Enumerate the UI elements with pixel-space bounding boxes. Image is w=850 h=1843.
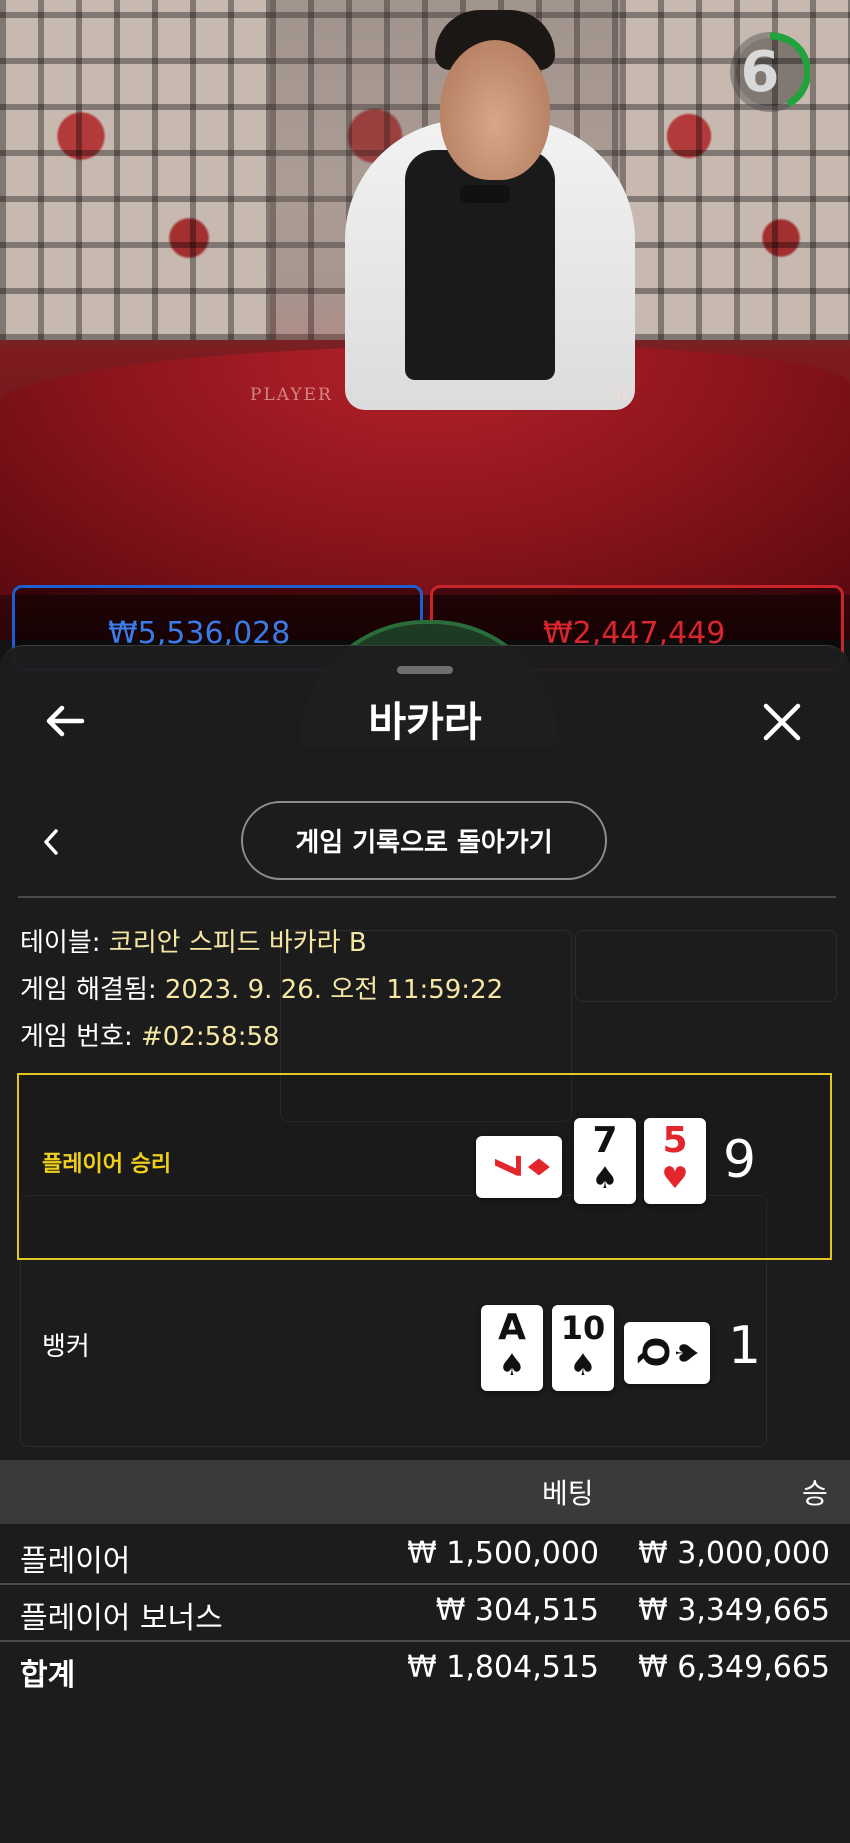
background-screen-left: [0, 0, 270, 340]
playing-card: 7 ♠: [574, 1118, 636, 1204]
back-to-history-button[interactable]: 게임 기록으로 돌아가기: [241, 801, 607, 880]
game-number-value: #02:58:58: [140, 1022, 280, 1052]
playing-card: A ♠: [481, 1305, 543, 1391]
bet-row-amount: ₩ 1,500,000: [407, 1536, 599, 1571]
total-row-bet: ₩ 1,804,515: [407, 1650, 599, 1685]
sheet-drag-handle[interactable]: [397, 666, 453, 674]
playing-card: 10 ♠: [552, 1305, 614, 1391]
table-info-label: 테이블:: [20, 928, 101, 958]
bets-table-header: [0, 1460, 850, 1524]
bet-row-name: 플레이어: [20, 1544, 131, 1579]
dealer-bow-tie: [460, 185, 510, 203]
dealer-head: [440, 40, 550, 180]
table-info: 테이블: 코리안 스피드 바카라 B: [20, 922, 367, 959]
live-video-stream: [0, 0, 850, 640]
bet-row-win: ₩ 3,349,665: [638, 1593, 830, 1628]
resolved-info: 게임 해결됨: 2023. 9. 26. 오전 11:59:22: [20, 969, 503, 1006]
resolved-info-value: 2023. 9. 26. 오전 11:59:22: [164, 975, 504, 1005]
row-divider: [0, 1583, 850, 1585]
chevron-left-icon[interactable]: [38, 825, 64, 859]
header-divider: [18, 896, 836, 898]
resolved-info-label: 게임 해결됨:: [20, 975, 157, 1005]
player-total-score: 9: [723, 1130, 757, 1190]
total-row-win: ₩ 6,349,665: [638, 1650, 830, 1685]
table-label-banker: R: [615, 385, 630, 405]
playing-card: Q ♠: [624, 1322, 710, 1384]
player-result-label: 플레이어 승리: [42, 1152, 172, 1177]
close-icon[interactable]: [760, 700, 804, 744]
banker-total-score: 1: [728, 1316, 762, 1376]
ghost-panel: [575, 930, 837, 1002]
sheet-title: 바카라: [368, 698, 482, 746]
table-info-value: 코리안 스피드 바카라 B: [108, 928, 367, 958]
win-column-header: 승: [802, 1477, 828, 1510]
bet-row-amount: ₩ 304,515: [435, 1593, 599, 1628]
bet-column-header: 베팅: [542, 1477, 594, 1510]
banker-result-label: 뱅커: [42, 1332, 90, 1362]
timer-value: 6: [740, 40, 780, 105]
game-number-label: 게임 번호:: [20, 1022, 133, 1052]
playing-card: 7 ♦: [476, 1136, 562, 1198]
row-divider: [0, 1640, 850, 1642]
bet-row-win: ₩ 3,000,000: [638, 1536, 830, 1571]
playing-card: 5 ♥: [644, 1118, 706, 1204]
table-label-player: PLAYER: [250, 385, 333, 405]
total-row-name: 합계: [20, 1658, 76, 1693]
bet-row-name: 플레이어 보너스: [20, 1601, 223, 1636]
game-number-info: 게임 번호: #02:58:58: [20, 1016, 280, 1053]
